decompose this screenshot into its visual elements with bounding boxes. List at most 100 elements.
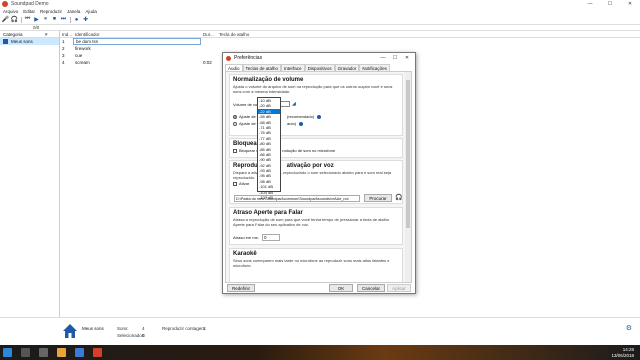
sounds-label: Sons: <box>117 326 129 331</box>
stop-icon[interactable]: ⏹ <box>51 16 58 23</box>
help-icon[interactable] <box>299 121 304 126</box>
delay-stepper[interactable]: 0 <box>262 234 280 241</box>
row-identifier: scream <box>75 60 90 65</box>
play-icon[interactable]: ▶ <box>33 16 40 23</box>
browse-button[interactable]: Procurar <box>364 194 392 202</box>
menu-bar: Arquivo Editar Reproduzir Janela Ajuda <box>0 8 640 15</box>
record-icon[interactable]: ● <box>73 16 80 23</box>
toolbar-divider <box>21 16 22 23</box>
tab-audio[interactable]: Áudio <box>225 64 243 71</box>
edge-icon[interactable] <box>75 348 84 357</box>
tab-notifications[interactable]: Notificações <box>359 64 390 71</box>
dropdown-option[interactable]: -107 dB <box>258 195 280 200</box>
ok-button[interactable]: OK <box>329 284 353 292</box>
dialog-body: Normalização de volume Ajusta o volume d… <box>225 71 412 283</box>
pause-icon[interactable]: ⏸ <box>42 16 49 23</box>
tab-devices[interactable]: Dispositivos <box>304 64 335 71</box>
checkbox-label: Ativar <box>239 181 250 186</box>
group-description: Ajusta o volume do arquivo de som na rep… <box>233 84 393 94</box>
checkbox-suffix: rodução de som no microfone <box>282 148 336 153</box>
column-duration[interactable]: Dur... <box>201 32 217 37</box>
category-panel: Categoria # Meus sons <box>0 31 60 317</box>
settings-icon[interactable]: ⚙ <box>626 324 632 332</box>
volume-dropdown-list[interactable]: -10 dB -20 dB -22 dB -55 dB -68 dB -71 dB -76 … <box>257 97 281 200</box>
soundpad-task-icon[interactable] <box>93 348 102 357</box>
scrollbar-thumb[interactable] <box>406 80 410 228</box>
previous-icon[interactable]: ⏮ <box>24 16 31 23</box>
category-header-count[interactable]: # <box>45 32 48 37</box>
category-item-label: Meus sons <box>11 39 33 44</box>
start-icon[interactable] <box>3 348 12 357</box>
category-header-label[interactable]: Categoria <box>3 32 45 37</box>
delay-label: Atraso em ms: <box>233 235 259 240</box>
row-index: 3 <box>62 53 65 58</box>
table-row[interactable]: 1 be dum tss <box>60 38 640 45</box>
app-titlebar: Soundpad Demo — ☐ ✕ <box>0 0 640 8</box>
dialog-title: Preferências <box>234 55 263 61</box>
radio-dot <box>233 114 237 119</box>
menu-reproduzir[interactable]: Reproduzir <box>40 9 62 14</box>
microphone-icon[interactable]: 🎤 <box>2 16 9 23</box>
help-icon[interactable] <box>317 114 322 119</box>
column-identifier[interactable]: Identificador <box>73 32 201 37</box>
menu-janela[interactable]: Janela <box>67 9 80 14</box>
reset-button[interactable]: Redefinir <box>227 284 255 292</box>
headphones-icon[interactable]: 🎧 <box>395 194 402 201</box>
playcount-value: 1 <box>203 326 206 331</box>
search-input[interactable]: 0/0 <box>33 25 39 30</box>
app-title: Soundpad Demo <box>11 1 49 7</box>
dialog-close-icon[interactable]: ✕ <box>401 54 413 62</box>
menu-editar[interactable]: Editar <box>23 9 35 14</box>
radio-dot <box>233 121 237 126</box>
sound-path-input[interactable]: D:\Pasta do meu\Soundpad\common\Soundpad… <box>234 195 360 202</box>
group-description: Seus sons começarem mais tarde no microf… <box>233 258 390 268</box>
home-icon <box>3 39 8 44</box>
checkbox-box <box>233 148 237 153</box>
tab-hotkeys[interactable]: Teclas de atalho <box>242 64 282 71</box>
volume-meter-icon[interactable]: ◢ <box>292 101 296 107</box>
close-icon[interactable]: ✕ <box>620 0 640 8</box>
tab-interface[interactable]: Interface <box>281 64 305 71</box>
category-item[interactable]: Meus sons <box>0 38 59 45</box>
taskview-icon[interactable] <box>39 348 48 357</box>
explorer-icon[interactable] <box>57 348 66 357</box>
status-bar: Meus sons Sons: 4 Selecionados: 0 Reprod… <box>0 317 640 345</box>
block-voice-group: Bloquear vo Bloquear v rodução de som no… <box>229 138 403 158</box>
column-index[interactable]: Ind... <box>60 32 73 37</box>
push-to-talk-delay-group: Atraso Aperte para Falar Atrasa a reprod… <box>229 207 403 245</box>
row-identifier: cue <box>75 53 83 58</box>
group-title-part2: ativação por voz <box>286 163 334 169</box>
menu-ajuda[interactable]: Ajuda <box>85 9 97 14</box>
group-title: Atraso Aperte para Falar <box>233 210 303 216</box>
dialog-minimize-icon[interactable]: — <box>377 54 389 62</box>
clock-date: 13/06/2018 <box>611 352 634 358</box>
row-index: 4 <box>62 60 65 65</box>
group-description: Atrasa a reprodução de som para que você… <box>233 217 390 227</box>
taskbar-clock[interactable]: 14:28 13/06/2018 <box>611 347 634 358</box>
table-row[interactable]: 2 firework <box>60 45 640 52</box>
group-title: Karaokê <box>233 251 257 257</box>
sounds-value: 4 <box>142 326 145 331</box>
search-taskbar-icon[interactable] <box>21 348 30 357</box>
dialog-scrollbar[interactable] <box>405 72 411 282</box>
window-controls: — ☐ ✕ <box>580 0 640 8</box>
voice-activation-group: Reproduz ativação por voz Dispara a ativa… <box>229 160 403 204</box>
checkbox-label: Bloquear v <box>239 148 259 153</box>
radio-suffix: auto) <box>287 121 297 126</box>
add-file-icon[interactable]: ✚ <box>82 16 89 23</box>
row-index: 1 <box>62 39 65 44</box>
row-identifier: firework <box>75 46 91 51</box>
row-identifier: be dum tss <box>73 38 201 45</box>
maximize-icon[interactable]: ☐ <box>600 0 620 8</box>
menu-arquivo[interactable]: Arquivo <box>3 9 18 14</box>
apply-button[interactable]: Aplicar <box>387 284 411 292</box>
minimize-icon[interactable]: — <box>580 0 600 8</box>
tab-recorder[interactable]: Gravador <box>334 64 360 71</box>
dialog-maximize-icon[interactable]: ☐ <box>389 54 401 62</box>
playcount-label: Reproduzir contagem: <box>162 326 207 331</box>
group-title: Normalização de volume <box>233 77 304 83</box>
cancel-button[interactable]: Cancelar <box>357 284 385 292</box>
next-icon[interactable]: ⏭ <box>60 16 67 23</box>
column-hotkey[interactable]: Tecla de atalho <box>217 32 277 37</box>
headphones-icon[interactable]: 🎧 <box>11 16 18 23</box>
